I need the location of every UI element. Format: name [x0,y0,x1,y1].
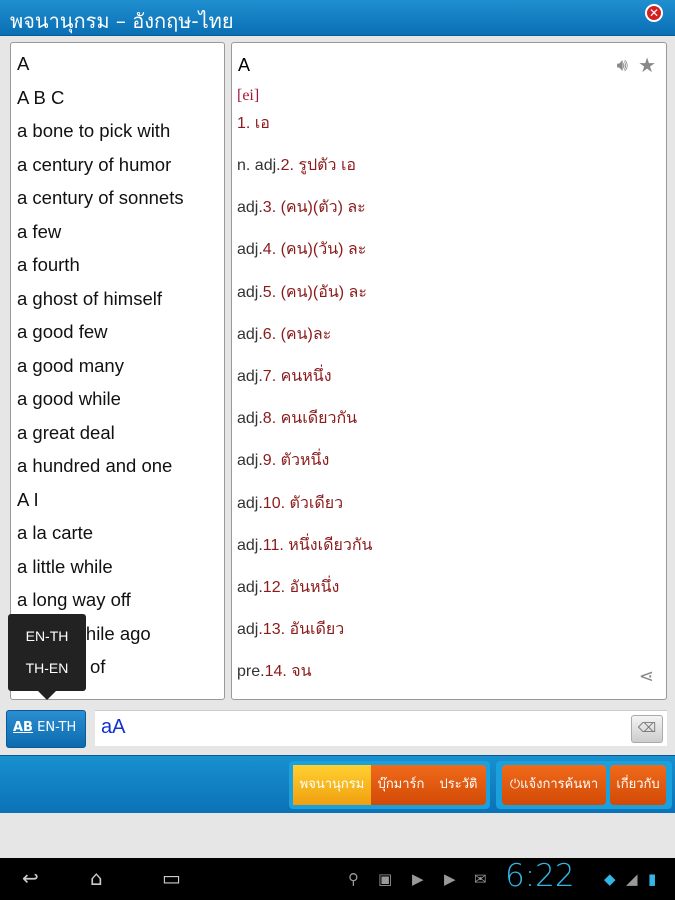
headword: A [238,55,251,75]
home-icon[interactable]: ⌂ [90,866,103,890]
word-list-item[interactable]: a century of humor [17,154,171,176]
word-list-item[interactable]: a great deal [17,422,115,444]
bottom-toolbar: พจนานุกรม บุ๊กมาร์ก ประวัติ ⏻แจ้งการค้นห… [0,755,675,813]
android-icon: ▣ [378,870,393,888]
part-of-speech: adj. [237,368,263,385]
word-list[interactable]: A A B C a bone to pick with a century of hu… [10,42,225,700]
word-list-item[interactable]: a good few [17,321,108,343]
word-list-item[interactable]: A B C [17,87,64,109]
part-of-speech: adj. [237,199,263,217]
about-button[interactable]: เกี่ยวกับ [610,765,666,805]
signal-icon: ◢ [626,870,638,888]
definition-text: 8. คนเดียวกัน [262,410,358,428]
definition-text: 7. คนหนึ่ง [262,368,332,385]
tab-history[interactable]: ประวัติ [431,765,486,805]
word-list-item[interactable]: A [17,53,29,75]
clear-icon[interactable]: ⌫ [631,715,663,743]
definition-text: 6. (คน)ละ [262,325,332,343]
definition-item: adj.10. ตัวเดียว [237,491,343,516]
definition-item: pre.14. จน [237,659,312,684]
clock: 6:22 [505,858,575,894]
definition-item: adj.3. (คน)(ตัว) ละ [237,195,366,220]
lang-option-en-th[interactable]: EN-TH [8,628,86,644]
definition-item: adj.7. คนหนึ่ง [237,364,332,389]
part-of-speech: adj. [237,621,263,639]
part-of-speech: adj. [237,452,263,470]
word-list-item[interactable]: a good many [17,355,124,377]
store-icon: ▶ [444,870,456,888]
star-icon[interactable]: ★ [638,53,656,77]
part-of-speech: adj. [237,579,263,596]
definition-text: 4. (คน)(วัน) ละ [262,241,367,259]
definition-item: adj.6. (คน)ละ [237,322,331,347]
definition-text: 3. (คน)(ตัว) ละ [262,199,366,217]
wifi-icon: ◆ [604,870,616,888]
tab-dictionary[interactable]: พจนานุกรม [293,765,371,805]
system-nav-bar: ↩ ⌂ ▭ ⚲ ▣ ▶ ▶ ✉ 6:22 ◆ ◢ ▮ [0,858,675,900]
part-of-speech: adj. [237,283,263,301]
language-label: EN-TH [37,720,77,735]
report-label: แจ้งการค้นหา [520,777,599,792]
part-of-speech: n. adj. [237,157,281,174]
definition-text: 12. อันหนึ่ง [262,579,340,596]
word-list-item[interactable]: a century of sonnets [17,187,184,209]
definition-item: adj.8. คนเดียวกัน [237,406,357,431]
word-list-item[interactable]: a long way off [17,589,131,611]
definition-item: 1. เอ [237,111,270,136]
definition-item: adj.13. อันเดียว [237,617,344,642]
search-input[interactable] [101,716,621,739]
report-search-button[interactable]: ⏻แจ้งการค้นหา [502,765,606,805]
definition-item: adj.12. อันหนึ่ง [237,575,339,600]
word-list-item[interactable]: A I [17,489,39,511]
part-of-speech: adj. [237,325,263,343]
tab-bookmark[interactable]: บุ๊กมาร์ก [371,765,431,805]
part-of-speech: adj. [237,410,263,428]
app-title: พจนานุกรม – อังกฤษ-ไทย [10,9,234,33]
back-icon[interactable]: ↩ [22,866,39,890]
close-icon[interactable]: ✕ [645,4,663,22]
definition-text: 10. ตัวเดียว [262,494,344,512]
recents-icon[interactable]: ▭ [162,866,181,890]
definition-text: 13. อันเดียว [262,621,345,639]
word-list-item[interactable]: a la carte [17,522,93,544]
store-icon: ▶ [412,870,424,888]
part-of-speech: pre. [237,663,265,681]
word-list-item[interactable]: a good while [17,388,121,410]
phonetic: [ei] [237,87,260,104]
word-list-item[interactable]: a ghost of himself [17,288,162,310]
lang-option-th-en[interactable]: TH-EN [8,660,86,676]
definition-text: 1. เอ [237,115,270,132]
definition-item: adj.5. (คน)(อัน) ละ [237,280,367,305]
share-icon[interactable]: ⋖ [639,666,654,687]
gmail-icon: ✉ [474,870,487,888]
part-of-speech: adj. [237,241,263,259]
definition-text: 5. (คน)(อัน) ละ [262,283,367,301]
word-list-item[interactable]: a bone to pick with [17,120,170,142]
word-list-item[interactable]: a hundred and one [17,455,172,477]
definition-text: 11. หนึ่งเดียวกัน [262,536,373,554]
language-button[interactable]: AB EN-TH [6,710,86,748]
battery-icon: ▮ [648,870,657,888]
book-icon: AB [13,720,33,735]
definition-item: adj.11. หนึ่งเดียวกัน [237,533,372,558]
speaker-icon[interactable]: 🔊︎ [617,55,628,76]
word-list-item[interactable]: a fourth [17,254,80,276]
language-popup: EN-TH TH-EN [8,614,86,700]
definition-item: adj.9. ตัวหนึ่ง [237,448,329,473]
definition-item: adj.4. (คน)(วัน) ละ [237,237,366,262]
title-bar: พจนานุกรม – อังกฤษ-ไทย ✕ [0,0,675,36]
part-of-speech: adj. [237,494,263,512]
definition-item: n. adj.2. รูปตัว เอ [237,153,356,178]
definition-text: 14. จน [264,663,312,681]
usb-icon: ⚲ [348,870,359,888]
word-list-item[interactable]: a little while [17,556,113,578]
part-of-speech: adj. [237,536,263,554]
definition-text: 9. ตัวหนึ่ง [262,452,330,470]
definition-panel: A 🔊︎ ★ [ei] 1. เอ n. adj.2. รูปตัว เอ adj.… [231,42,667,700]
word-list-item[interactable]: a few [17,221,61,243]
power-icon: ⏻ [509,777,521,792]
definition-text: 2. รูปตัว เอ [280,157,357,174]
search-box: ⌫ [95,710,667,746]
